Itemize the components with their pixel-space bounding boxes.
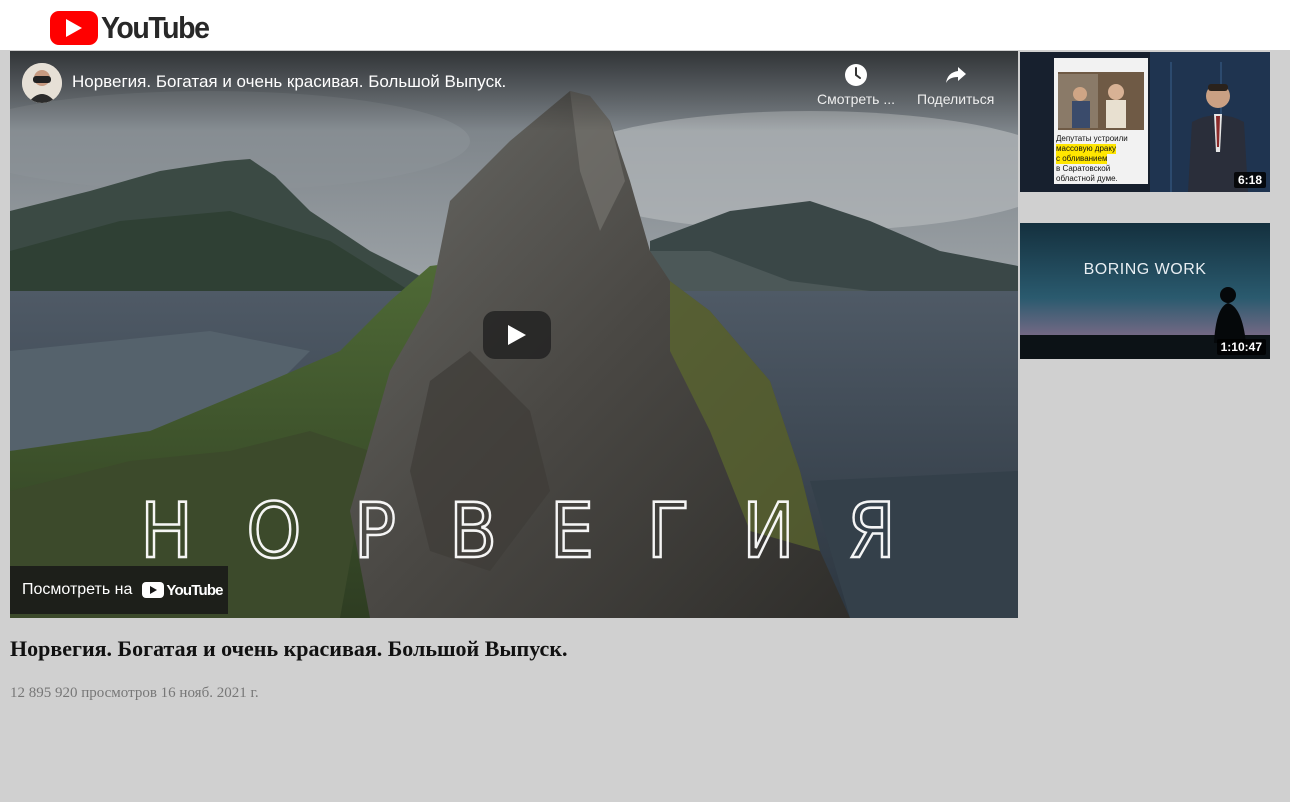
caption-line: в Саратовской [1056, 164, 1111, 173]
caption-line: областной думе. [1056, 174, 1118, 183]
video-title: Норвегия. Богатая и очень красивая. Боль… [10, 636, 568, 661]
share-label: Поделиться [917, 91, 995, 107]
channel-avatar[interactable] [22, 63, 62, 103]
youtube-play-icon [50, 11, 98, 45]
watch-on-youtube-button[interactable]: Посмотреть на YouTube [10, 566, 228, 614]
thumbnail-overlay-text: BORING WORK [1083, 261, 1207, 278]
overlay-letter: Г [645, 486, 690, 575]
overlay-letter: О [245, 486, 302, 575]
watch-later-label: Смотреть ... [817, 91, 895, 107]
news-caption: Депутаты устроили массовую драку с облив… [1056, 134, 1146, 184]
overlay-letter: Р [353, 486, 398, 575]
avatar-icon [22, 63, 62, 103]
caption-line: Депутаты устроили [1056, 134, 1128, 143]
share-icon [945, 67, 966, 83]
play-icon [508, 325, 526, 345]
caption-line: массовую драку [1056, 144, 1116, 154]
watch-later-button[interactable]: Смотреть ... [817, 63, 895, 107]
video-overlay-title: Н О Р В Е Г И Я [138, 486, 898, 575]
top-bar: YouTube [0, 0, 1290, 50]
mini-youtube-logo: YouTube [142, 581, 224, 599]
video-duration: 1:10:47 [1216, 339, 1266, 355]
video-meta: 12 895 920 просмотров 16 нояб. 2021 г. [10, 685, 259, 701]
related-video-thumbnail[interactable]: BORING WORK 1:10:47 [1020, 223, 1270, 359]
overlay-letter: Н [139, 486, 194, 575]
mini-play-icon [142, 582, 165, 598]
youtube-logo[interactable]: YouTube [50, 10, 218, 46]
player-title[interactable]: Норвегия. Богатая и очень красивая. Боль… [72, 72, 506, 92]
video-duration: 6:18 [1233, 172, 1266, 188]
overlay-letter: И [741, 486, 796, 575]
watch-on-label: Посмотреть на [22, 581, 133, 598]
overlay-letter: В [448, 486, 498, 575]
play-button[interactable] [483, 311, 551, 359]
video-player[interactable]: Норвегия. Богатая и очень красивая. Боль… [10, 51, 1018, 618]
clock-icon [845, 64, 867, 86]
overlay-letter: Е [549, 486, 596, 575]
mini-logo-text: YouTube [166, 581, 223, 599]
related-video-thumbnail[interactable]: Депутаты устроили массовую драку с облив… [1020, 52, 1270, 192]
logo-text: YouTube [101, 10, 210, 45]
caption-line: с обливанием [1056, 154, 1108, 164]
share-button[interactable]: Поделиться [917, 63, 994, 107]
overlay-letter: Я [846, 486, 897, 575]
